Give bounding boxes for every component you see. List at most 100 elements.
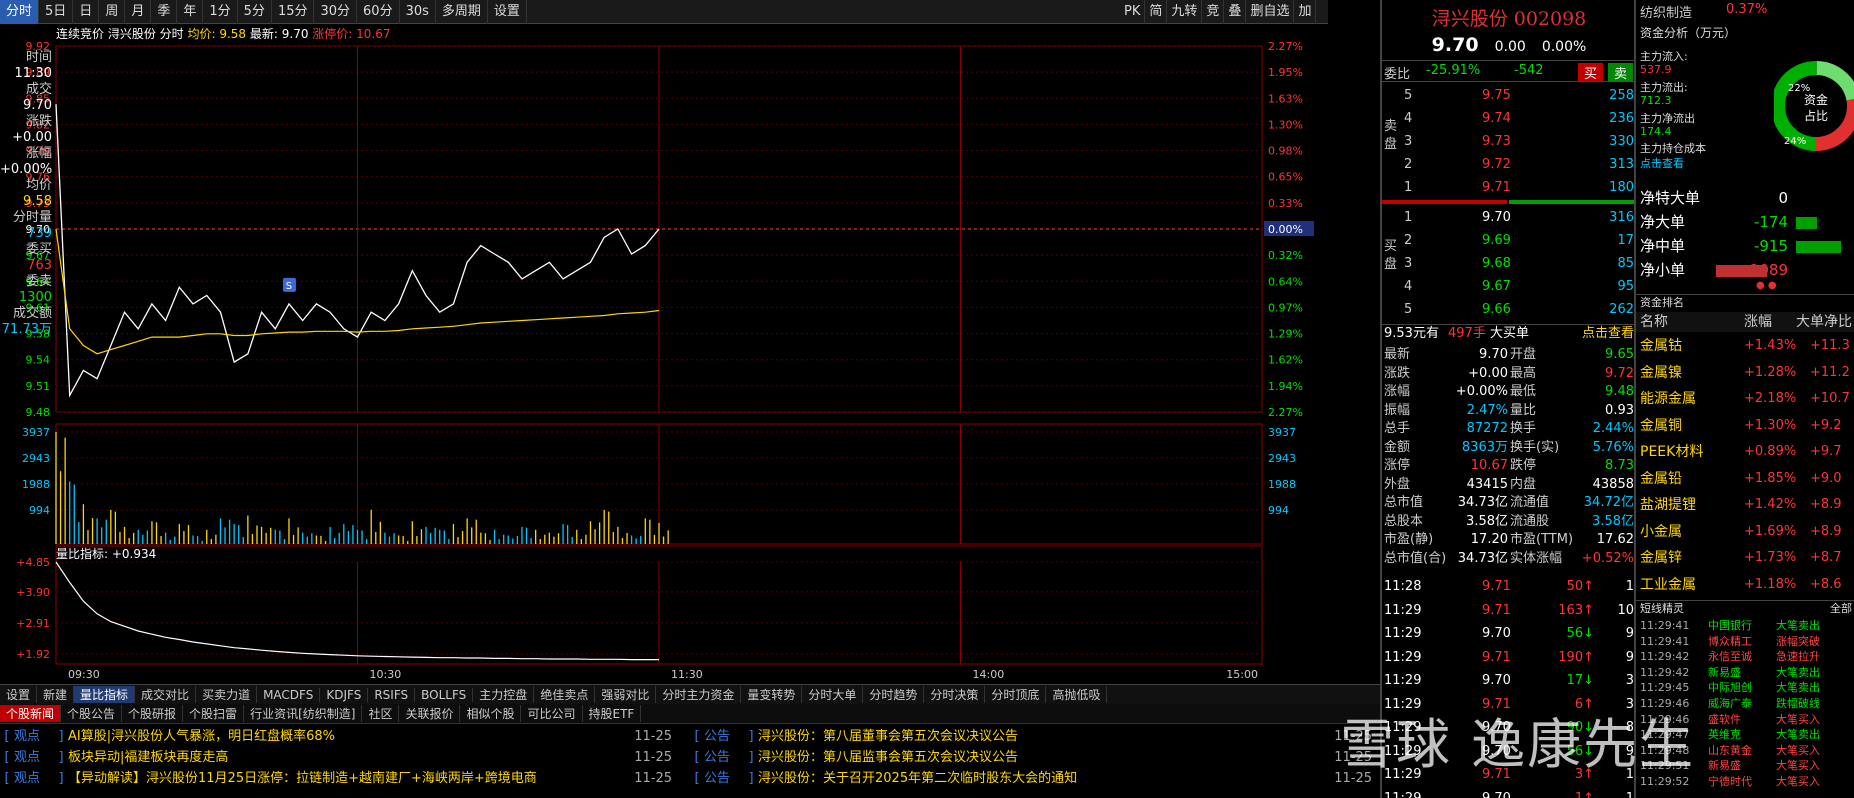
news-tab[interactable]: 个股公告: [61, 705, 123, 722]
indicator-tab[interactable]: 分时主力资金: [656, 686, 742, 703]
rank-header-pct[interactable]: 涨幅: [1744, 312, 1772, 332]
news-tab[interactable]: 持股ETF: [583, 705, 642, 722]
news-title[interactable]: 浔兴股份：第八届监事会第五次会议决议公告: [758, 747, 1320, 768]
indicator-tab[interactable]: RSIFS: [368, 687, 416, 702]
sector-row[interactable]: 金属铜 +1.30% +9.2: [1636, 413, 1854, 439]
indicator-tab[interactable]: 新建: [37, 686, 75, 703]
period-tab[interactable]: 年: [177, 0, 204, 24]
bid-row[interactable]: 3 9.68 85: [1382, 252, 1636, 275]
short-item[interactable]: 11:29:41 中国银行 大笔卖出: [1636, 618, 1854, 633]
news-item[interactable]: [观点] 【异动解读】浔兴股份11月25日涨停：拉链制造+越南建厂+海峡两岸+跨境…: [0, 768, 680, 789]
news-item[interactable]: [公告] 浔兴股份：关于召开2025年第二次临时股东大会的通知 11-25: [690, 768, 1380, 789]
sector-row[interactable]: 小金属 +1.69% +8.9: [1636, 519, 1854, 545]
news-title[interactable]: 【异动解读】浔兴股份11月25日涨停：拉链制造+越南建厂+海峡两岸+跨境电商: [68, 768, 620, 789]
ask-row[interactable]: 5 9.75 258: [1382, 84, 1636, 107]
news-title[interactable]: 浔兴股份：关于召开2025年第二次临时股东大会的通知: [758, 768, 1320, 789]
ask-row[interactable]: 1 9.71 180: [1382, 176, 1636, 199]
indicator-tab[interactable]: MACDFS: [257, 687, 321, 702]
period-tab[interactable]: 周: [99, 0, 126, 24]
sector-row[interactable]: 金属铅 +1.85% +9.0: [1636, 466, 1854, 492]
indicator-tab[interactable]: 绝佳卖点: [534, 686, 596, 703]
short-item[interactable]: 11:29:42 永信至诚 急速拉升: [1636, 649, 1854, 664]
tool-button[interactable]: PK: [1120, 0, 1146, 24]
period-tab[interactable]: 5分: [238, 0, 272, 24]
sector-row[interactable]: PEEK材料 +0.89% +9.7: [1636, 439, 1854, 465]
tool-button[interactable]: 删自选: [1246, 0, 1295, 24]
bid-row[interactable]: 5 9.66 262: [1382, 298, 1636, 321]
ask-row[interactable]: 4 9.74 236: [1382, 107, 1636, 130]
indicator-tab[interactable]: 买卖力道: [196, 686, 258, 703]
period-tab[interactable]: 1分: [203, 0, 238, 24]
period-tab[interactable]: 30s: [400, 0, 436, 24]
indicator-tab[interactable]: 设置: [0, 686, 38, 703]
rank-header-name[interactable]: 名称: [1640, 312, 1668, 332]
news-tab[interactable]: 相似个股: [460, 705, 522, 722]
period-tab[interactable]: 月: [125, 0, 152, 24]
indicator-tab[interactable]: 成交对比: [135, 686, 197, 703]
news-tab[interactable]: 关联报价: [399, 705, 461, 722]
sector-row[interactable]: 金属锌 +1.73% +8.7: [1636, 545, 1854, 571]
ask-row[interactable]: 3 9.73 330: [1382, 130, 1636, 153]
tool-button[interactable]: 叠: [1224, 0, 1247, 24]
period-tab[interactable]: 设置: [488, 0, 527, 24]
news-tab[interactable]: 可比公司: [521, 705, 583, 722]
indicator-tab[interactable]: 高抛低吸: [1046, 686, 1108, 703]
short-item[interactable]: 11:29:42 新易盛 大笔卖出: [1636, 665, 1854, 680]
indicator-tab[interactable]: 主力控盘: [473, 686, 535, 703]
tool-button[interactable]: 竞: [1202, 0, 1225, 24]
sell-button[interactable]: 卖: [1608, 63, 1634, 82]
sector-name[interactable]: 纺织制造: [1640, 2, 1692, 21]
short-all-filter[interactable]: 全部: [1830, 601, 1852, 617]
news-item[interactable]: [观点] AI算股|浔兴股份人气暴涨，明日红盘概率68% 11-25: [0, 726, 680, 747]
stock-name[interactable]: 浔兴股份 002098: [1382, 4, 1636, 31]
ask-row[interactable]: 2 9.72 313: [1382, 153, 1636, 176]
period-tab[interactable]: 30分: [314, 0, 358, 24]
indicator-tab[interactable]: KDJFS: [320, 687, 369, 702]
news-item[interactable]: [公告] 浔兴股份：第八届监事会第五次会议决议公告 11-25: [690, 747, 1380, 768]
news-item[interactable]: [公告] 浔兴股份：第八届董事会第五次会议决议公告 11-25: [690, 726, 1380, 747]
indicator-tab[interactable]: 量比指标: [74, 686, 136, 703]
cost-link[interactable]: 点击查看: [1640, 155, 1684, 171]
period-tab[interactable]: 季: [151, 0, 178, 24]
news-tab[interactable]: 社区: [362, 705, 400, 722]
bid-row[interactable]: 4 9.67 95: [1382, 275, 1636, 298]
news-item[interactable]: [观点] 板块异动|福建板块再度走高 11-25: [0, 747, 680, 768]
sector-row[interactable]: 金属钴 +1.43% +11.3: [1636, 333, 1854, 359]
short-item[interactable]: 11:29:45 中际旭创 大笔卖出: [1636, 680, 1854, 695]
news-title[interactable]: 浔兴股份：第八届董事会第五次会议决议公告: [758, 726, 1320, 747]
tool-button[interactable]: 加: [1294, 0, 1317, 24]
indicator-tab[interactable]: 分时决策: [924, 686, 986, 703]
indicator-tab[interactable]: 分时大单: [802, 686, 864, 703]
sector-row[interactable]: 盐湖提锂 +1.42% +8.9: [1636, 492, 1854, 518]
sector-row[interactable]: 金属镍 +1.28% +11.2: [1636, 360, 1854, 386]
period-tab[interactable]: 5日: [39, 0, 74, 24]
period-tab[interactable]: 多周期: [436, 0, 488, 24]
buy-button[interactable]: 买: [1578, 63, 1604, 82]
sector-row[interactable]: 能源金属 +2.18% +10.7: [1636, 386, 1854, 412]
period-tab[interactable]: 日: [73, 0, 100, 24]
indicator-tab[interactable]: 量变转势: [741, 686, 803, 703]
news-tab[interactable]: 个股新闻: [0, 705, 62, 722]
pager-dots[interactable]: ● ●: [1636, 280, 1854, 291]
indicator-tab[interactable]: 分时趋势: [863, 686, 925, 703]
intraday-chart[interactable]: 连续竞价 浔兴股份 分时 均价: 9.58 最新: 9.70 涨停价: 10.6…: [0, 24, 1328, 684]
tool-button[interactable]: 九转: [1167, 0, 1203, 24]
short-item[interactable]: 11:29:41 博众精工 涨幅突破: [1636, 634, 1854, 649]
big-order-link[interactable]: 点击查看: [1582, 325, 1634, 343]
news-title[interactable]: AI算股|浔兴股份人气暴涨，明日红盘概率68%: [68, 726, 620, 747]
indicator-tab[interactable]: BOLLFS: [415, 687, 474, 702]
rank-header-net[interactable]: 大单净比: [1796, 312, 1852, 332]
sector-row[interactable]: 工业金属 +1.18% +8.6: [1636, 572, 1854, 598]
bid-row[interactable]: 1 9.70 316: [1382, 206, 1636, 229]
period-tab[interactable]: 60分: [357, 0, 400, 24]
news-title[interactable]: 板块异动|福建板块再度走高: [68, 747, 620, 768]
period-tab[interactable]: 分时: [0, 0, 40, 24]
indicator-tab[interactable]: 分时顶底: [985, 686, 1047, 703]
news-tab[interactable]: 行业资讯[纺织制造]: [244, 705, 363, 722]
tool-button[interactable]: 简: [1145, 0, 1168, 24]
period-tab[interactable]: 15分: [272, 0, 315, 24]
news-tab[interactable]: 个股研报: [122, 705, 184, 722]
bid-row[interactable]: 2 9.69 17: [1382, 229, 1636, 252]
indicator-tab[interactable]: 强弱对比: [595, 686, 657, 703]
news-tab[interactable]: 个股扫雷: [183, 705, 245, 722]
